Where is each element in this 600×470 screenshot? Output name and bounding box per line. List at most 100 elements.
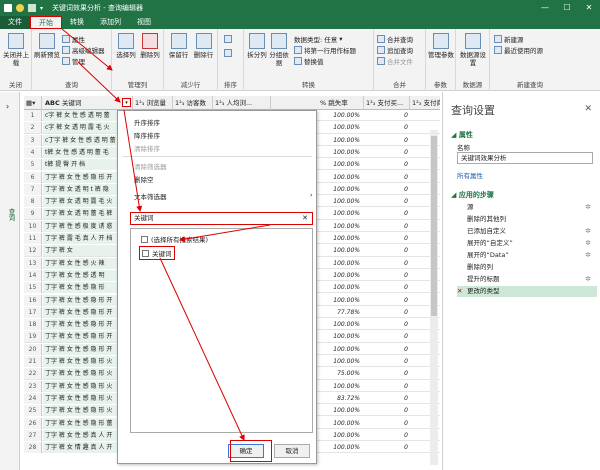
buyers-cell[interactable]: 0: [364, 245, 410, 256]
keyword-cell[interactable]: 丁字 裤 女 性 感 隐 形 火: [43, 405, 121, 417]
column-header-items[interactable]: 1²₃ 支付商: [410, 96, 440, 110]
keyword-cell[interactable]: t裤 提 臀 开 档: [43, 159, 121, 171]
keyword-cell[interactable]: 丁字 裤 露 毛 真 人 开 档: [43, 233, 121, 244]
buyers-cell[interactable]: 0: [364, 233, 410, 244]
buyers-cell[interactable]: 0: [364, 405, 410, 416]
keyword-cell[interactable]: c字 裤 女 透 明 露 毛 火: [43, 122, 121, 134]
bounce-rate-cell[interactable]: 100.00%: [318, 405, 362, 416]
buyers-cell[interactable]: 0: [364, 172, 410, 183]
table-corner-icon[interactable]: ▦▾: [24, 96, 42, 110]
keyword-cell[interactable]: 丁字 裤 女: [43, 245, 121, 257]
buyers-cell[interactable]: 0: [364, 159, 410, 170]
buyers-cell[interactable]: 0: [364, 430, 410, 441]
maximize-icon[interactable]: ☐: [556, 3, 578, 12]
column-header-avg-views[interactable]: 1²₃ 人均浏...: [213, 96, 271, 110]
bounce-rate-cell[interactable]: 100.00%: [318, 122, 362, 133]
keep-rows-button[interactable]: 保留行: [166, 33, 191, 59]
keyword-cell[interactable]: 丁字 裤 女 性 感 隐 形 蕾: [43, 417, 121, 429]
keyword-cell[interactable]: 丁字 裤 女 性 感 隐 形 火: [43, 380, 121, 392]
bounce-rate-cell[interactable]: 75.00%: [318, 368, 362, 379]
keyword-cell[interactable]: 丁字 裤 女 性 感 透 明: [43, 269, 121, 281]
keyword-cell[interactable]: 丁字 裤 女 性 感 隐 形 火: [43, 392, 121, 404]
keyword-cell[interactable]: 丁字 裤 女 性 感 隐 形 开: [43, 331, 121, 343]
bounce-rate-cell[interactable]: 100.00%: [318, 331, 362, 342]
tab-view[interactable]: 视图: [129, 16, 159, 29]
choose-columns-button[interactable]: 选择列: [114, 33, 138, 59]
expand-pane-icon[interactable]: ›: [6, 102, 9, 111]
buyers-cell[interactable]: 0: [364, 258, 410, 269]
bounce-rate-cell[interactable]: 100.00%: [318, 233, 362, 244]
column-header-buyers[interactable]: 1²₃ 支付买...: [364, 96, 410, 110]
buyers-cell[interactable]: 0: [364, 368, 410, 379]
buyers-cell[interactable]: 0: [364, 381, 410, 392]
split-column-button[interactable]: 拆分列: [246, 33, 268, 59]
bounce-rate-cell[interactable]: 100.00%: [318, 258, 362, 269]
buyers-cell[interactable]: 0: [364, 122, 410, 133]
new-source-button[interactable]: 新建源: [494, 34, 524, 44]
combine-files-button[interactable]: 合并文件: [377, 56, 413, 66]
properties-button[interactable]: 属性: [62, 34, 85, 44]
minimize-icon[interactable]: —: [534, 3, 556, 12]
buyers-cell[interactable]: 0: [364, 356, 410, 367]
sort-desc-button[interactable]: [224, 49, 232, 57]
column-header-bounce-rate[interactable]: % 跳失率: [318, 96, 364, 110]
sort-ascending-item[interactable]: 升序排序: [134, 117, 160, 127]
all-properties-link[interactable]: 所有属性: [457, 170, 483, 180]
save-icon[interactable]: [28, 3, 36, 12]
step-source[interactable]: 源 ✲: [457, 202, 597, 213]
tab-add-column[interactable]: 添加列: [92, 16, 129, 29]
bounce-rate-cell[interactable]: 100.00%: [318, 196, 362, 207]
buyers-cell[interactable]: 0: [364, 270, 410, 281]
filter-search-input[interactable]: 关键词 ✕: [130, 212, 313, 225]
buyers-cell[interactable]: 0: [364, 393, 410, 404]
keyword-cell[interactable]: 丁字 裤 女 透 明 t 裤 隐: [43, 183, 121, 195]
bounce-rate-cell[interactable]: 100.00%: [318, 282, 362, 293]
step-expanded-custom[interactable]: 展开的“自定义” ✲: [457, 238, 597, 249]
buyers-cell[interactable]: 0: [364, 344, 410, 355]
delete-step-icon[interactable]: ✕: [457, 286, 462, 297]
bounce-rate-cell[interactable]: 100.00%: [318, 221, 362, 232]
buyers-cell[interactable]: 0: [364, 221, 410, 232]
buyers-cell[interactable]: 0: [364, 147, 410, 158]
keyword-cell[interactable]: 丁字 裤 女 透 明 蕾 毛 裤: [43, 208, 121, 220]
keyword-cell[interactable]: t裤 女 性 感 透 明 蕾 毛: [43, 146, 121, 158]
bounce-rate-cell[interactable]: 100.00%: [318, 110, 362, 121]
sort-asc-button[interactable]: [224, 35, 232, 43]
remove-columns-button[interactable]: 删除列: [138, 33, 162, 59]
manage-button[interactable]: 管理: [62, 56, 85, 66]
tab-file[interactable]: 文件: [0, 16, 30, 29]
buyers-cell[interactable]: 0: [364, 295, 410, 306]
step-removed-columns[interactable]: 删除的列: [457, 262, 597, 273]
buyers-cell[interactable]: 0: [364, 418, 410, 429]
gear-icon[interactable]: ✲: [585, 226, 591, 237]
buyers-cell[interactable]: 0: [364, 208, 410, 219]
buyers-cell[interactable]: 0: [364, 196, 410, 207]
bounce-rate-cell[interactable]: 100.00%: [318, 147, 362, 158]
buyers-cell[interactable]: 0: [364, 282, 410, 293]
bounce-rate-cell[interactable]: 100.00%: [318, 381, 362, 392]
bounce-rate-cell[interactable]: 100.00%: [318, 356, 362, 367]
bounce-rate-cell[interactable]: 100.00%: [318, 135, 362, 146]
bounce-rate-cell[interactable]: 77.78%: [318, 307, 362, 318]
bounce-rate-cell[interactable]: 83.72%: [318, 393, 362, 404]
keyword-cell[interactable]: 丁字 裤 女 性 感 隐 形 开: [43, 319, 121, 331]
keyword-cell[interactable]: 丁字 裤 女 性 感 隐 形 开: [43, 306, 121, 318]
data-source-settings-button[interactable]: 数据源设置: [458, 33, 488, 67]
keyword-cell[interactable]: c丁字 裤 女 性 感 透 明 蕾: [43, 134, 121, 146]
bounce-rate-cell[interactable]: 100.00%: [318, 442, 362, 453]
step-changed-type[interactable]: ✕ 更改的类型: [457, 286, 597, 297]
data-type-dropdown[interactable]: 数据类型: 任意 ▾: [294, 34, 343, 44]
keyword-cell[interactable]: 丁字 裤 女 性 感 真 人 开: [43, 429, 121, 441]
keyword-cell[interactable]: 丁字 裤 女 性 感 火 辣: [43, 257, 121, 269]
buyers-cell[interactable]: 0: [364, 331, 410, 342]
bounce-rate-cell[interactable]: 100.00%: [318, 295, 362, 306]
column-header-keyword[interactable]: ABC 关键词: [43, 96, 133, 110]
dropdown-arrow-icon[interactable]: ▾: [40, 5, 46, 12]
bounce-rate-cell[interactable]: 100.00%: [318, 172, 362, 183]
keyword-cell[interactable]: 丁字 裤 女 性 感 隐 形 开: [43, 343, 121, 355]
gear-icon[interactable]: ✲: [585, 238, 591, 249]
tab-transform[interactable]: 转换: [62, 16, 92, 29]
bounce-rate-cell[interactable]: 100.00%: [318, 184, 362, 195]
queries-pane-label[interactable]: 查询: [6, 208, 16, 221]
applied-steps-section-header[interactable]: ◢ 应用的步骤: [451, 190, 494, 200]
